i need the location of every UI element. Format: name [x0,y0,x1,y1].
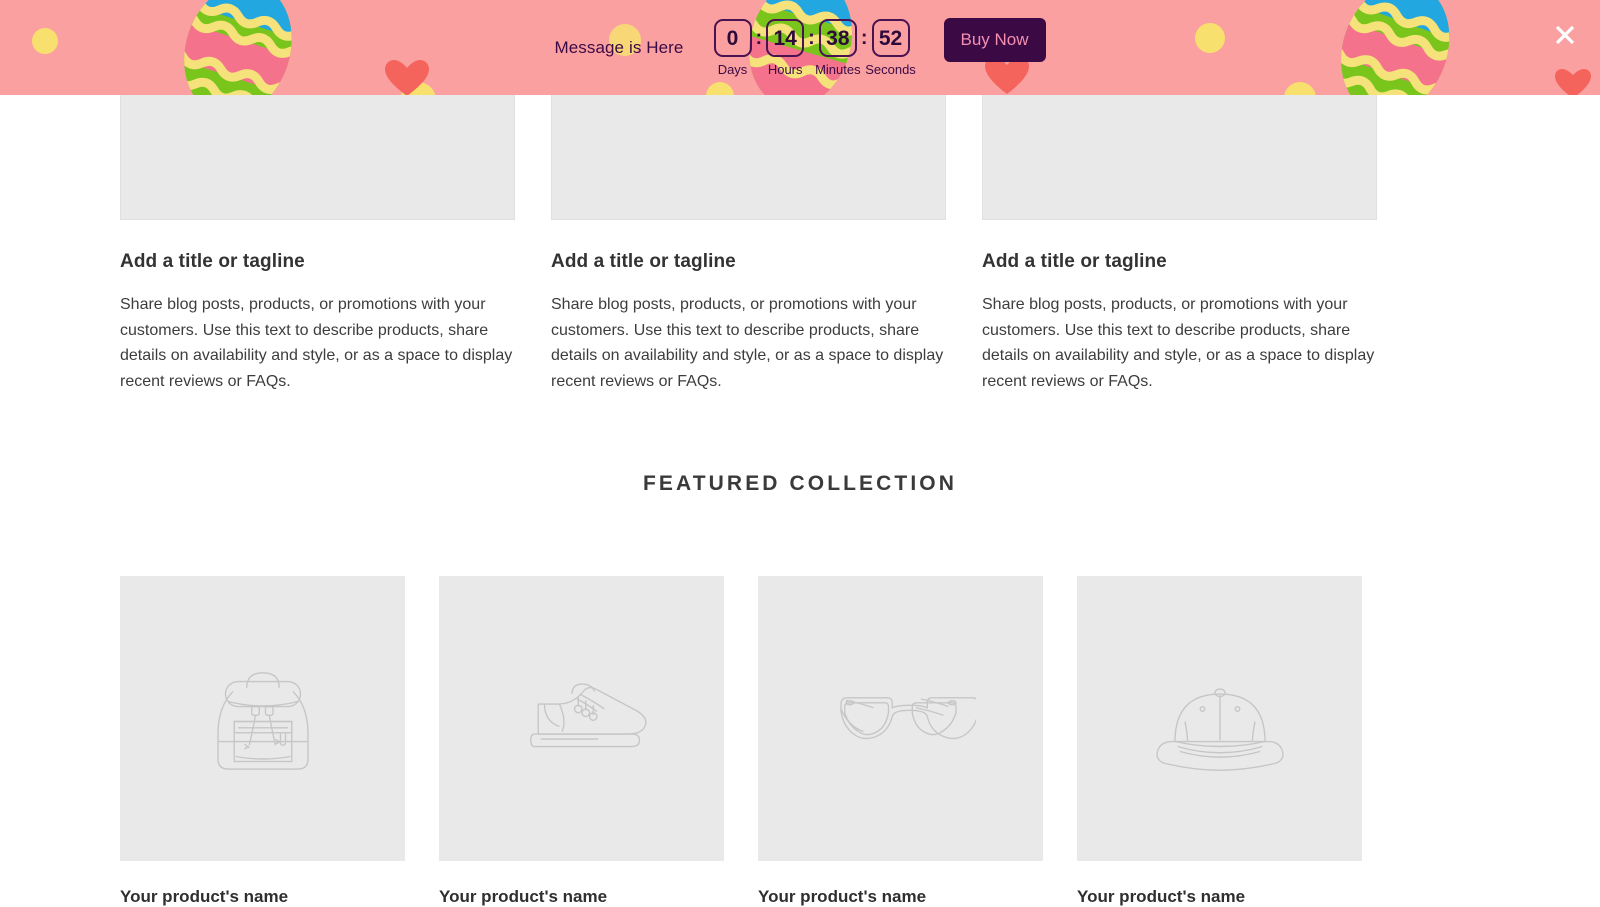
multicolumn-title: Add a title or tagline [982,251,1167,272]
product-image-placeholder[interactable] [1077,576,1362,861]
multicolumn-text: Share blog posts, products, or promotion… [982,296,1375,390]
promo-message: Message is Here [554,37,684,57]
product-title[interactable]: Your product's name [439,887,724,907]
product-image-placeholder[interactable] [120,576,405,861]
buy-now-button[interactable]: Buy Now [943,17,1046,62]
product-card[interactable]: Your product's name [120,576,405,907]
banner-content: Message is Here 0 Days : 14 Hours : 38 M… [0,0,1600,95]
multicolumn-text: Share blog posts, products, or promotion… [551,296,944,390]
sneaker-icon [529,682,647,747]
countdown-label-minutes: Minutes [815,62,861,77]
product-title[interactable]: Your product's name [758,887,1043,907]
multicolumn-text: Share blog posts, products, or promotion… [120,296,513,390]
product-card[interactable]: Your product's name [439,576,724,907]
multicolumn-title: Add a title or tagline [120,251,305,272]
multicolumn-item: Add a title or tagline Share blog posts,… [982,60,1377,394]
product-card[interactable]: Your product's name [1077,576,1362,907]
product-image-placeholder[interactable] [758,576,1043,861]
countdown-label-seconds: Seconds [865,62,916,77]
countdown-timer: 0 Days : 14 Hours : 38 Minutes : 52 Seco… [702,19,922,76]
countdown-value-minutes: 38 [818,19,857,57]
multicolumn-section: Add a title or tagline Share blog posts,… [120,60,1480,394]
countdown-value-days: 0 [713,19,752,57]
baseball-cap-icon [1155,687,1284,771]
product-image-placeholder[interactable] [439,576,724,861]
multicolumn-item: Add a title or tagline Share blog posts,… [120,60,515,394]
backpack-icon [216,671,309,770]
eyeglasses-icon [839,696,976,739]
multicolumn-title: Add a title or tagline [551,251,736,272]
product-card[interactable]: Your product's name [758,576,1043,907]
promo-countdown-banner: Message is Here 0 Days : 14 Hours : 38 M… [0,0,1600,95]
countdown-value-seconds: 52 [871,19,910,57]
product-title[interactable]: Your product's name [120,887,405,907]
multicolumn-item: Add a title or tagline Share blog posts,… [551,60,946,394]
countdown-unit-seconds: 52 Seconds [860,19,922,76]
countdown-value-hours: 14 [766,19,805,57]
countdown-label-hours: Hours [767,62,803,77]
storefront-page: Add a title or tagline Share blog posts,… [0,0,1600,906]
close-icon [1555,25,1575,45]
featured-collection-grid: Your product's name Your product's name … [120,576,1480,907]
product-title[interactable]: Your product's name [1077,887,1362,907]
featured-collection-heading: FEATURED COLLECTION [643,472,957,495]
banner-close-button[interactable] [1550,20,1580,50]
countdown-label-days: Days [717,62,748,77]
